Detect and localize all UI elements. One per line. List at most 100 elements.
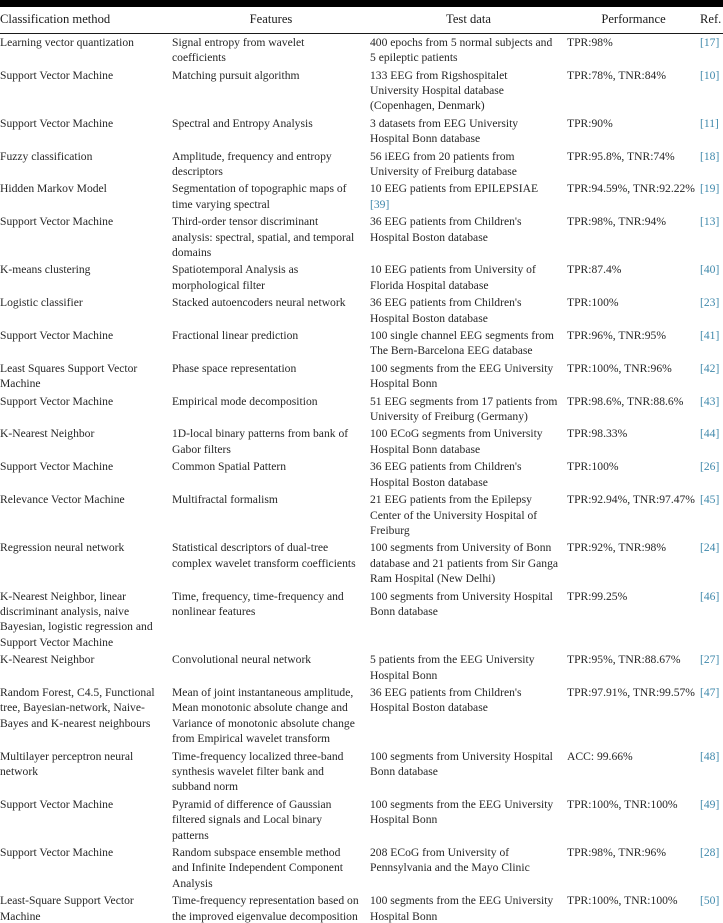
table-row: Support Vector Machine Spectral and Entro… bbox=[0, 115, 723, 148]
cell-reference: [13] bbox=[700, 213, 723, 261]
table-row: K-Nearest Neighbor, linear discriminant … bbox=[0, 588, 723, 652]
reference-link[interactable]: [19] bbox=[700, 182, 719, 195]
column-header-ref: Ref. bbox=[700, 7, 723, 34]
table-row: Random Forest, C4.5, Functional tree, Ba… bbox=[0, 684, 723, 748]
cell-classification-method: K-means clustering bbox=[0, 263, 91, 277]
table-row: Support Vector Machine Random subspace en… bbox=[0, 844, 723, 892]
cell-test-data: 36 EEG patients from Children's Hospital… bbox=[370, 684, 567, 748]
cell-features: Common Spatial Pattern bbox=[172, 460, 286, 474]
cell-reference: [10] bbox=[700, 67, 723, 115]
cell-test-data: 36 EEG patients from Children's Hospital… bbox=[370, 294, 567, 327]
inline-reference-link[interactable]: [39] bbox=[370, 198, 389, 211]
cell-classification-method: Logistic classifier bbox=[0, 296, 83, 310]
table-row: Support Vector Machine Empirical mode dec… bbox=[0, 393, 723, 426]
reference-link[interactable]: [47] bbox=[700, 686, 719, 699]
table-row: Least-Square Support Vector Machine Time-… bbox=[0, 892, 723, 923]
cell-performance: TPR:95.8%, TNR:74% bbox=[567, 149, 675, 163]
cell-features: Multifractal formalism bbox=[172, 493, 278, 507]
cell-classification-method: Hidden Markov Model bbox=[0, 182, 107, 196]
cell-reference: [44] bbox=[700, 425, 723, 458]
table-head: Classification method Features Test data… bbox=[0, 7, 723, 34]
cell-classification-method: Learning vector quantization bbox=[0, 35, 134, 49]
reference-link[interactable]: [46] bbox=[700, 590, 719, 603]
cell-reference: [28] bbox=[700, 844, 723, 892]
reference-link[interactable]: [23] bbox=[700, 296, 719, 309]
reference-link[interactable]: [42] bbox=[700, 362, 719, 375]
cell-performance: TPR:87.4% bbox=[567, 263, 622, 277]
cell-test-data-text: 3 datasets from EEG University Hospital … bbox=[370, 116, 519, 146]
reference-link[interactable]: [11] bbox=[700, 117, 719, 130]
cell-test-data: 133 EEG from Rigshospitalet University H… bbox=[370, 67, 567, 115]
reference-link[interactable]: [41] bbox=[700, 329, 719, 342]
column-header-features: Features bbox=[172, 7, 370, 34]
cell-features: Time-frequency localized three-band synt… bbox=[172, 749, 344, 794]
cell-classification-method: Support Vector Machine bbox=[0, 797, 114, 811]
cell-test-data-text: 133 EEG from Rigshospitalet University H… bbox=[370, 68, 508, 113]
cell-reference: [46] bbox=[700, 588, 723, 652]
cell-test-data: 100 ECoG segments from University Hospit… bbox=[370, 425, 567, 458]
cell-reference: [48] bbox=[700, 748, 723, 796]
reference-link[interactable]: [13] bbox=[700, 215, 719, 228]
reference-link[interactable]: [44] bbox=[700, 427, 719, 440]
cell-performance: TPR:92.94%, TNR:97.47% bbox=[567, 493, 695, 507]
cell-performance: TPR:97.91%, TNR:99.57% bbox=[567, 685, 695, 699]
reference-link[interactable]: [43] bbox=[700, 395, 719, 408]
cell-reference: [45] bbox=[700, 491, 723, 539]
cell-classification-method: K-Nearest Neighbor bbox=[0, 653, 95, 667]
reference-link[interactable]: [40] bbox=[700, 263, 719, 276]
cell-classification-method: Support Vector Machine bbox=[0, 460, 114, 474]
cell-reference: [43] bbox=[700, 393, 723, 426]
cell-performance: TPR:90% bbox=[567, 116, 613, 130]
table-row: Support Vector Machine Third-order tensor… bbox=[0, 213, 723, 261]
cell-classification-method: Support Vector Machine bbox=[0, 116, 114, 130]
column-header-performance: Performance bbox=[567, 7, 700, 34]
cell-features: Fractional linear prediction bbox=[172, 329, 299, 343]
reference-link[interactable]: [26] bbox=[700, 460, 719, 473]
cell-reference: [49] bbox=[700, 796, 723, 844]
classification-methods-table: Classification method Features Test data… bbox=[0, 7, 723, 923]
cell-performance: TPR:98%, TNR:94% bbox=[567, 215, 666, 229]
cell-classification-method: Regression neural network bbox=[0, 541, 125, 555]
reference-link[interactable]: [17] bbox=[700, 36, 719, 49]
reference-link[interactable]: [28] bbox=[700, 846, 719, 859]
reference-link[interactable]: [10] bbox=[700, 69, 719, 82]
reference-link[interactable]: [50] bbox=[700, 894, 719, 907]
reference-link[interactable]: [48] bbox=[700, 750, 719, 763]
cell-features: 1D-local binary patterns from bank of Ga… bbox=[172, 427, 349, 456]
cell-performance: TPR:98.6%, TNR:88.6% bbox=[567, 394, 684, 408]
cell-classification-method: Relevance Vector Machine bbox=[0, 493, 125, 507]
cell-performance: TPR:98%, TNR:96% bbox=[567, 846, 666, 860]
reference-link[interactable]: [27] bbox=[700, 653, 719, 666]
cell-test-data: 400 epochs from 5 normal subjects and 5 … bbox=[370, 33, 567, 66]
cell-classification-method: Fuzzy classification bbox=[0, 149, 93, 163]
cell-test-data-text: 100 segments from the EEG University Hos… bbox=[370, 894, 554, 923]
table-row: Least Squares Support Vector Machine Phas… bbox=[0, 360, 723, 393]
cell-test-data: 100 segments from the EEG University Hos… bbox=[370, 796, 567, 844]
cell-performance: ACC: 99.66% bbox=[567, 749, 633, 763]
cell-performance: TPR:100%, TNR:100% bbox=[567, 797, 678, 811]
table-row: Hidden Markov Model Segmentation of topog… bbox=[0, 180, 723, 213]
cell-features: Spatiotemporal Analysis as morphological… bbox=[172, 263, 299, 292]
cell-test-data-text: 5 patients from the EEG University Hospi… bbox=[370, 653, 535, 682]
cell-test-data-text: 51 EEG segments from 17 patients from Un… bbox=[370, 394, 558, 424]
cell-reference: [18] bbox=[700, 148, 723, 181]
cell-performance: TPR:100% bbox=[567, 296, 619, 310]
cell-performance: TPR:96%, TNR:95% bbox=[567, 329, 666, 343]
cell-performance: TPR:100% bbox=[567, 460, 619, 474]
cell-reference: [11] bbox=[700, 115, 723, 148]
cell-classification-method: Least Squares Support Vector Machine bbox=[0, 361, 138, 391]
cell-features: Pyramid of difference of Gaussian filter… bbox=[172, 797, 332, 842]
cell-performance: TPR:98.33% bbox=[567, 427, 628, 441]
cell-classification-method: Support Vector Machine bbox=[0, 846, 114, 860]
reference-link[interactable]: [45] bbox=[700, 493, 719, 506]
cell-test-data: 100 segments from University Hospital Bo… bbox=[370, 588, 567, 652]
cell-test-data: 208 ECoG from University of Pennsylvania… bbox=[370, 844, 567, 892]
table-header-row: Classification method Features Test data… bbox=[0, 7, 723, 34]
reference-link[interactable]: [18] bbox=[700, 150, 719, 163]
reference-link[interactable]: [24] bbox=[700, 541, 719, 554]
reference-link[interactable]: [49] bbox=[700, 798, 719, 811]
table-row: Learning vector quantization Signal entro… bbox=[0, 33, 723, 66]
table-row: K-means clustering Spatiotemporal Analysi… bbox=[0, 261, 723, 294]
cell-features: Signal entropy from wavelet coefficients bbox=[172, 35, 305, 65]
cell-classification-method: Random Forest, C4.5, Functional tree, Ba… bbox=[0, 685, 155, 730]
